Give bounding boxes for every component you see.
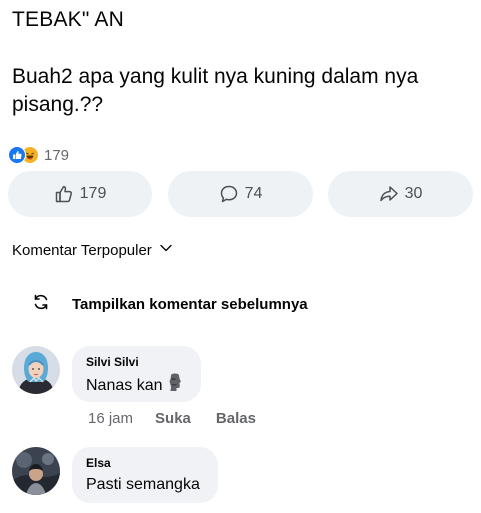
comment-text: Pasti semangka xyxy=(86,474,204,496)
comment-author[interactable]: Elsa xyxy=(86,456,204,471)
reaction-icons xyxy=(8,146,39,164)
avatar[interactable] xyxy=(12,346,60,394)
like-count: 179 xyxy=(79,185,107,202)
comment-meta: 16 jam Suka Balas xyxy=(88,410,256,427)
share-count: 30 xyxy=(404,185,423,202)
show-previous-comments[interactable]: Tampilkan komentar sebelumnya xyxy=(32,293,308,315)
comment-bubble[interactable]: Silvi Silvi Nanas kan xyxy=(72,346,201,402)
reply-comment-button[interactable]: Balas xyxy=(216,410,256,427)
comment-button[interactable]: 74 xyxy=(168,171,313,217)
avatar[interactable] xyxy=(12,447,60,495)
comment-text-content: Nanas kan xyxy=(86,376,163,394)
refresh-icon xyxy=(32,293,50,315)
post-title: TEBAK" AN xyxy=(12,8,124,31)
reaction-count: 179 xyxy=(44,146,70,164)
like-icon xyxy=(8,146,26,164)
comment-sort-dropdown[interactable]: Komentar Terpopuler xyxy=(12,240,174,260)
show-previous-label: Tampilkan komentar sebelumnya xyxy=(72,295,308,313)
reactions-summary[interactable]: 179 xyxy=(8,146,69,164)
comment-icon xyxy=(219,184,239,204)
comment-bubble[interactable]: Elsa Pasti semangka xyxy=(72,447,218,503)
thumbs-up-icon xyxy=(54,184,74,204)
chevron-down-icon xyxy=(158,240,174,260)
comment-sort-label: Komentar Terpopuler xyxy=(12,241,152,259)
moai-icon xyxy=(168,373,182,398)
share-icon xyxy=(379,184,399,204)
like-button[interactable]: 179 xyxy=(8,171,152,217)
comment-text-content: Pasti semangka xyxy=(86,476,200,493)
comment-time[interactable]: 16 jam xyxy=(88,410,133,427)
like-comment-button[interactable]: Suka xyxy=(155,410,191,427)
comment-count: 74 xyxy=(244,185,263,202)
share-button[interactable]: 30 xyxy=(328,171,473,217)
post-body: Buah2 apa yang kulit nya kuning dalam ny… xyxy=(12,65,419,116)
comment-text: Nanas kan xyxy=(86,373,187,398)
comment-author[interactable]: Silvi Silvi xyxy=(86,355,187,370)
